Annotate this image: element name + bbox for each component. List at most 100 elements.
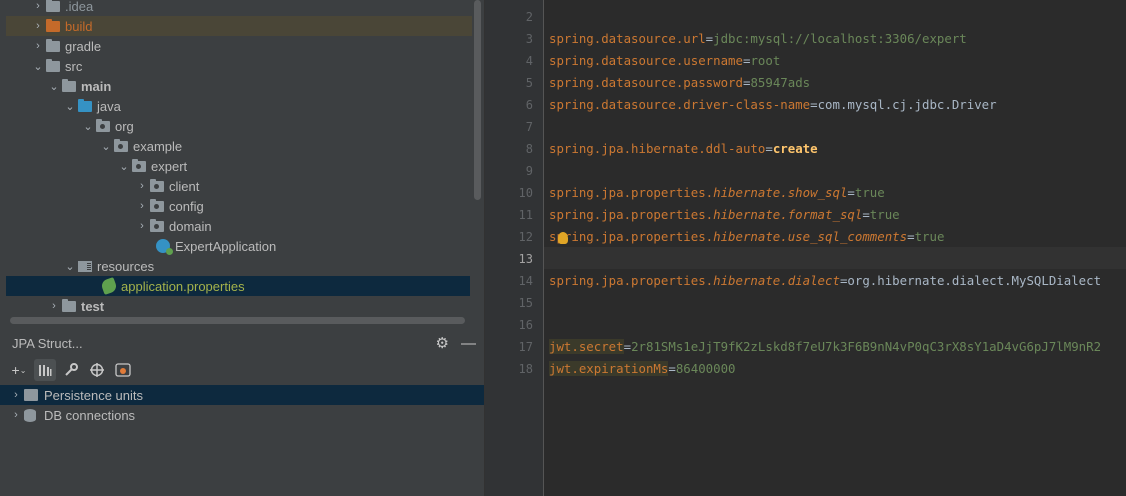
tree-item-label: .idea [65, 0, 94, 14]
tree-item-idea[interactable]: › .idea [0, 0, 470, 16]
chevron-right-icon[interactable]: › [46, 300, 62, 312]
property-key-italic: hibernate.use_sql_comments [713, 229, 908, 244]
project-tree[interactable]: › .idea › build › gradle ⌄ src ⌄ main ⌄ … [0, 0, 484, 328]
chevron-down-icon[interactable]: ⌄ [46, 80, 62, 93]
tree-item-test[interactable]: › test [0, 296, 470, 316]
gear-icon[interactable]: ⚙ [436, 334, 449, 352]
add-icon[interactable]: + ⌄ [8, 359, 30, 381]
folder-icon [46, 0, 60, 12]
tree-item-label: main [81, 78, 112, 94]
tree-item-gradle[interactable]: › gradle [0, 36, 470, 56]
horizontal-scrollbar[interactable] [10, 317, 465, 324]
wrench-icon[interactable] [60, 359, 82, 381]
tree-item-label: client [169, 178, 200, 194]
property-value: true [914, 229, 945, 244]
tree-item-org[interactable]: ⌄ org [0, 116, 470, 136]
property-value: true [869, 207, 900, 222]
chevron-right-icon[interactable]: › [134, 220, 150, 232]
equals-sign: = [623, 339, 632, 354]
tree-item-config[interactable]: › config [0, 196, 470, 216]
package-icon [96, 118, 110, 132]
code-line-5: spring.datasource.password=85947ads [549, 72, 810, 94]
resources-folder-icon [78, 260, 92, 272]
property-key: spring.datasource.username [549, 53, 743, 68]
property-key: jwt.secret [549, 339, 624, 354]
module-folder-icon [62, 298, 76, 312]
property-key: spring.datasource.driver-class-name [549, 97, 811, 112]
module-folder-icon [62, 78, 76, 92]
property-value: true [854, 185, 885, 200]
jpa-item-db-connections[interactable]: › DB connections [0, 405, 484, 425]
spring-class-icon [156, 239, 173, 255]
tree-item-expert[interactable]: ⌄ expert [0, 156, 470, 176]
chevron-right-icon[interactable]: › [134, 200, 150, 212]
chevron-right-icon[interactable]: › [30, 20, 46, 32]
tree-item-main[interactable]: ⌄ main [0, 76, 470, 96]
target-icon[interactable] [86, 359, 108, 381]
code-line-12: spring.jpa.properties.hibernate.use_sql_… [549, 226, 944, 248]
line-number: 4 [525, 54, 533, 68]
property-key: spring.datasource.url [549, 31, 706, 46]
jpa-item-label: Persistence units [44, 387, 143, 403]
code-line-14: spring.jpa.properties.hibernate.dialect=… [549, 270, 1101, 292]
eye-icon[interactable] [112, 359, 134, 381]
tree-item-build[interactable]: › build [6, 16, 472, 36]
jpa-toolbar: + ⌄ [0, 358, 492, 382]
package-icon [132, 158, 146, 172]
chevron-down-icon[interactable]: ⌄ [62, 100, 78, 113]
tree-item-resources[interactable]: ⌄ resources [0, 256, 470, 276]
code-line-11: spring.jpa.properties.hibernate.format_s… [549, 204, 900, 226]
minimize-icon[interactable]: — [461, 335, 476, 352]
chevron-down-icon[interactable]: ⌄ [80, 120, 96, 133]
bars-icon[interactable] [34, 359, 56, 381]
tree-item-label: application.properties [121, 278, 245, 294]
code-editor[interactable]: 2 3 4 5 6 7 8 9 10 11 12 13 14 15 16 17 … [485, 0, 1126, 496]
line-number: 16 [518, 318, 533, 332]
chevron-down-icon[interactable]: ⌄ [30, 60, 46, 73]
chevron-right-icon[interactable]: › [8, 409, 24, 421]
source-folder-icon [78, 98, 92, 112]
code-line-10: spring.jpa.properties.hibernate.show_sql… [549, 182, 885, 204]
database-icon [24, 408, 36, 422]
vertical-scrollbar[interactable] [474, 0, 481, 200]
folder-icon [46, 38, 60, 52]
code-line-4: spring.datasource.username=root [549, 50, 780, 72]
tree-item-domain[interactable]: › domain [0, 216, 470, 236]
chevron-right-icon[interactable]: › [134, 180, 150, 192]
chevron-down-icon[interactable]: ⌄ [62, 260, 78, 273]
tree-item-java[interactable]: ⌄ java [0, 96, 470, 116]
property-value: root [750, 53, 781, 68]
chevron-right-icon[interactable]: › [30, 40, 46, 52]
property-key-italic: hibernate.dialect [713, 273, 840, 288]
chevron-down-icon[interactable]: ⌄ [116, 160, 132, 173]
code-line-6: spring.datasource.driver-class-name=com.… [549, 94, 997, 116]
line-number: 9 [525, 164, 533, 178]
property-value: 2r81SMs1eJjT9fK2zLskd8f7eU7k3F6B9nN4vP0q… [631, 339, 1102, 354]
tree-item-client[interactable]: › client [0, 176, 470, 196]
property-key: spring.jpa.properties. [549, 185, 714, 200]
chevron-down-icon[interactable]: ⌄ [98, 140, 114, 153]
jpa-item-persistence-units[interactable]: › Persistence units [0, 385, 484, 405]
properties-file-icon [100, 277, 118, 295]
line-number: 8 [525, 142, 533, 156]
package-icon [150, 178, 164, 192]
tree-item-src[interactable]: ⌄ src [0, 56, 470, 76]
package-icon [150, 218, 164, 232]
folder-icon [46, 58, 60, 72]
property-key: spring.datasource.password [549, 75, 743, 90]
code-line-3: spring.datasource.url=jdbc:mysql://local… [549, 28, 967, 50]
tree-item-expert-application[interactable]: ExpertApplication [0, 236, 470, 256]
lightbulb-icon[interactable] [558, 232, 568, 244]
equals-sign: = [847, 185, 855, 200]
equals-sign: = [862, 207, 870, 222]
tree-item-label: java [97, 98, 121, 114]
current-line-highlight [544, 247, 1126, 269]
chevron-right-icon[interactable]: › [8, 389, 24, 401]
tree-item-application-properties[interactable]: application.properties [6, 276, 470, 296]
chevron-right-icon[interactable]: › [30, 0, 46, 12]
tree-item-label: example [133, 138, 183, 154]
property-key: spring.jpa.properties. [549, 273, 714, 288]
jpa-structure-header: JPA Struct... ⚙ — [0, 330, 484, 356]
tree-item-example[interactable]: ⌄ example [0, 136, 470, 156]
property-key-italic: hibernate.show_sql [713, 185, 848, 200]
